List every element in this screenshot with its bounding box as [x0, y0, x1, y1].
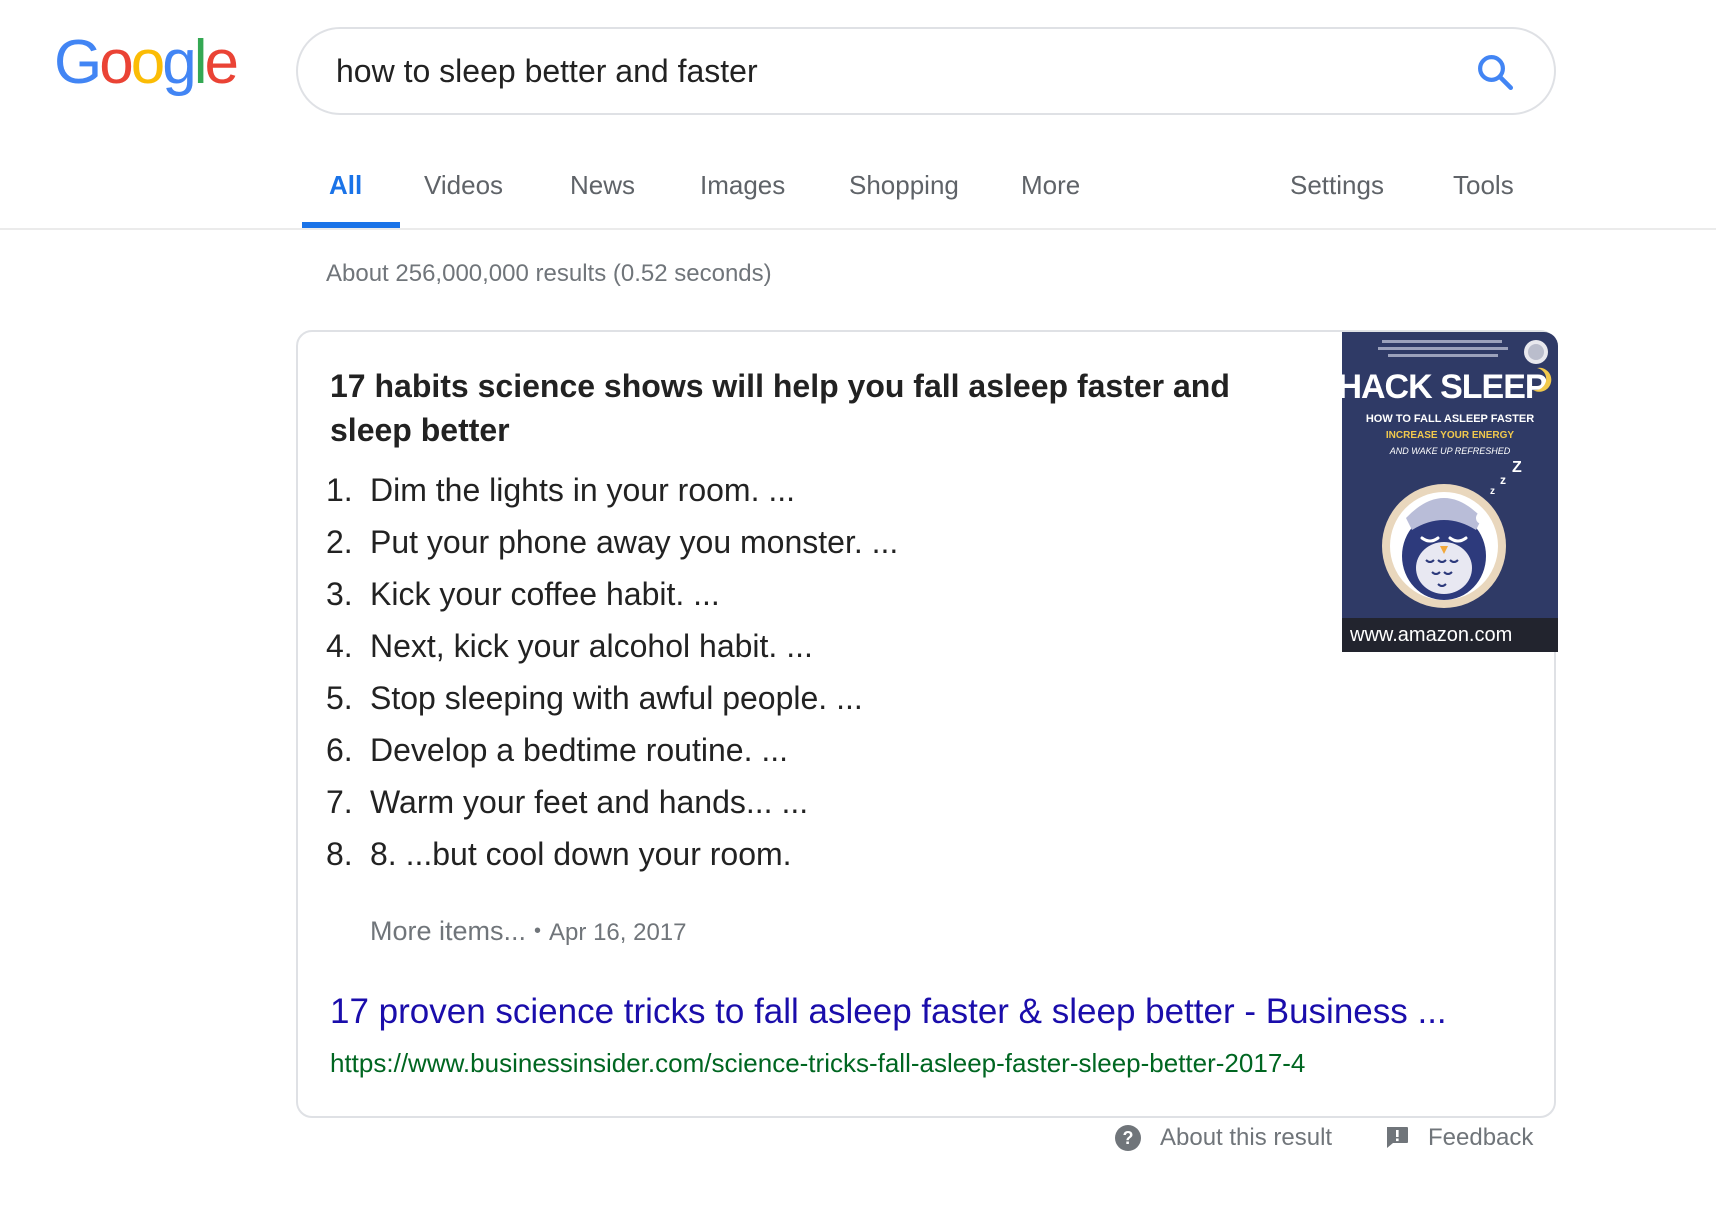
search-input[interactable] [336, 45, 1436, 97]
snippet-title: 17 habits science shows will help you fa… [330, 368, 1230, 448]
svg-text:Z: Z [1512, 459, 1522, 476]
logo-letter: G [54, 28, 102, 97]
book-tagline: INCREASE YOUR ENERGY [1386, 430, 1515, 441]
list-item-number: 4. [326, 628, 353, 664]
about-this-result-label: About this result [1160, 1124, 1333, 1151]
list-item: 3. Kick your coffee habit. ... [326, 568, 898, 620]
tab-settings[interactable]: Settings [1290, 170, 1384, 201]
more-items-link[interactable]: More items... [370, 916, 526, 946]
search-icon[interactable] [1474, 51, 1516, 93]
active-tab-indicator [302, 222, 400, 228]
book-title: HACK SLEEP [1342, 368, 1547, 406]
tab-videos[interactable]: Videos [424, 170, 503, 201]
snippet-date: Apr 16, 2017 [549, 919, 687, 946]
result-stats: About 256,000,000 results (0.52 seconds) [326, 260, 772, 287]
logo-letter: g [162, 28, 197, 97]
list-item-number: 8. [326, 836, 353, 872]
tab-shopping[interactable]: Shopping [849, 170, 959, 201]
feedback-label: Feedback [1428, 1124, 1534, 1151]
list-item: 4. Next, kick your alcohol habit. ... [326, 620, 898, 672]
svg-text:z: z [1500, 473, 1506, 487]
feedback-link[interactable]: Feedback [1384, 1124, 1533, 1152]
list-item-text: Dim the lights in your room. ... [370, 472, 796, 508]
list-item-number: 3. [326, 576, 353, 612]
list-item-text: Stop sleeping with awful people. ... [370, 680, 863, 716]
list-item-number: 5. [326, 680, 353, 716]
list-item-number: 7. [326, 784, 353, 820]
logo-letter: e [204, 28, 239, 97]
feedback-icon [1387, 1127, 1408, 1148]
book-cover-thumbnail[interactable]: HACK SLEEP HOW TO FALL ASLEEP FASTER INC… [1342, 332, 1558, 652]
more-items-line: More items... • Apr 16, 2017 [370, 916, 686, 947]
list-item-text: Next, kick your alcohol habit. ... [370, 628, 813, 664]
separator-dot: • [534, 920, 542, 942]
list-item-text: 8. ...but cool down your room. [370, 836, 792, 872]
about-this-result[interactable]: ? About this result [1114, 1124, 1332, 1152]
svg-text:z: z [1490, 486, 1495, 497]
tab-images[interactable]: Images [700, 170, 785, 201]
tab-more[interactable]: More [1021, 170, 1080, 201]
snippet-list: 1. Dim the lights in your room. ... 2. Put… [326, 464, 898, 880]
tab-tools[interactable]: Tools [1453, 170, 1514, 201]
book-subtitle: HOW TO FALL ASLEEP FASTER [1366, 413, 1534, 425]
search-box [296, 27, 1556, 115]
list-item: 6. Develop a bedtime routine. ... [326, 724, 898, 776]
search-tabs: All Videos News Images Shopping More Set… [0, 150, 1716, 230]
logo-letter: l [193, 28, 208, 97]
list-item: 2. Put your phone away you monster. ... [326, 516, 898, 568]
book-cover-image: HACK SLEEP HOW TO FALL ASLEEP FASTER INC… [1342, 332, 1558, 652]
list-item-text: Put your phone away you monster. ... [370, 524, 899, 560]
list-item-text: Kick your coffee habit. ... [370, 576, 720, 612]
list-item-number: 2. [326, 524, 353, 560]
logo-letter: o [99, 28, 134, 97]
result-title-link[interactable]: 17 proven science tricks to fall asleep … [330, 992, 1447, 1032]
list-item: 1. Dim the lights in your room. ... [326, 464, 898, 516]
list-item-text: Develop a bedtime routine. ... [370, 732, 789, 768]
list-item: 5. Stop sleeping with awful people. ... [326, 672, 898, 724]
svg-text:?: ? [1123, 1128, 1134, 1148]
thumbnail-caption: www.amazon.com [1342, 618, 1558, 652]
list-item-text: Warm your feet and hands... ... [370, 784, 809, 820]
tab-news[interactable]: News [570, 170, 635, 201]
logo-letter: o [130, 28, 166, 97]
list-item-number: 6. [326, 732, 353, 768]
featured-snippet: 17 habits science shows will help you fa… [296, 330, 1558, 1118]
result-url[interactable]: https://www.businessinsider.com/science-… [330, 1048, 1305, 1079]
list-item: 7. Warm your feet and hands... ... [326, 776, 898, 828]
list-item: 8. 8. ...but cool down your room. [326, 828, 898, 880]
tab-all[interactable]: All [329, 170, 362, 201]
list-item-number: 1. [326, 472, 353, 508]
help-icon: ? [1115, 1125, 1141, 1151]
google-logo[interactable]: Google [54, 28, 239, 97]
book-tagline-2: AND WAKE UP REFRESHED [1389, 446, 1511, 456]
